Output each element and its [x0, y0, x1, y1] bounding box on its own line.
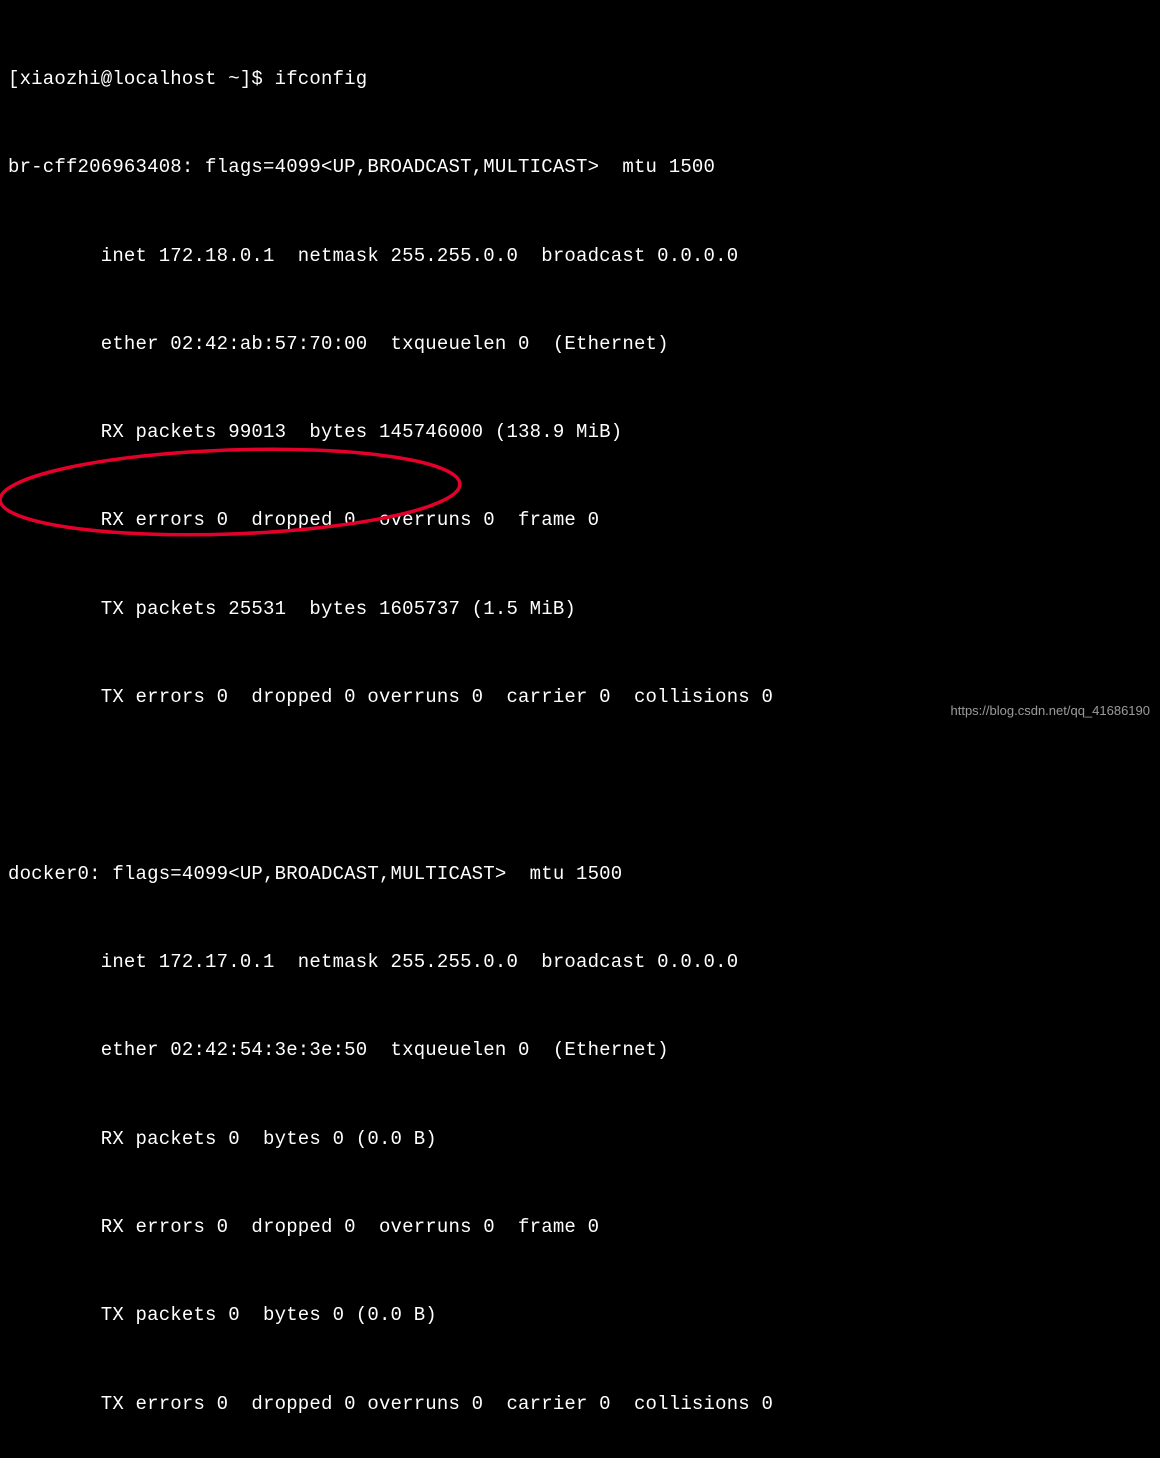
terminal-output[interactable]: [xiaozhi@localhost ~]$ ifconfig br-cff20…	[8, 6, 1152, 1458]
iface-br-line: RX errors 0 dropped 0 overruns 0 frame 0	[8, 506, 1152, 535]
iface-br-line: TX packets 25531 bytes 1605737 (1.5 MiB)	[8, 595, 1152, 624]
command-line: [xiaozhi@localhost ~]$ ifconfig	[8, 65, 1152, 94]
iface-docker0-line: RX errors 0 dropped 0 overruns 0 frame 0	[8, 1213, 1152, 1242]
blank-line	[8, 771, 1152, 800]
iface-br-line: RX packets 99013 bytes 145746000 (138.9 …	[8, 418, 1152, 447]
iface-docker0-line: RX packets 0 bytes 0 (0.0 B)	[8, 1125, 1152, 1154]
iface-docker0-head: docker0: flags=4099<UP,BROADCAST,MULTICA…	[8, 860, 1152, 889]
iface-docker0-line: TX packets 0 bytes 0 (0.0 B)	[8, 1301, 1152, 1330]
iface-br-line: ether 02:42:ab:57:70:00 txqueuelen 0 (Et…	[8, 330, 1152, 359]
shell-command: ifconfig	[275, 68, 368, 90]
iface-br-line: inet 172.18.0.1 netmask 255.255.0.0 broa…	[8, 242, 1152, 271]
shell-prompt: [xiaozhi@localhost ~]$	[8, 68, 275, 90]
iface-docker0-line: TX errors 0 dropped 0 overruns 0 carrier…	[8, 1390, 1152, 1419]
iface-br-head: br-cff206963408: flags=4099<UP,BROADCAST…	[8, 153, 1152, 182]
watermark-text: https://blog.csdn.net/qq_41686190	[951, 701, 1151, 721]
iface-docker0-line: inet 172.17.0.1 netmask 255.255.0.0 broa…	[8, 948, 1152, 977]
iface-docker0-line: ether 02:42:54:3e:3e:50 txqueuelen 0 (Et…	[8, 1036, 1152, 1065]
